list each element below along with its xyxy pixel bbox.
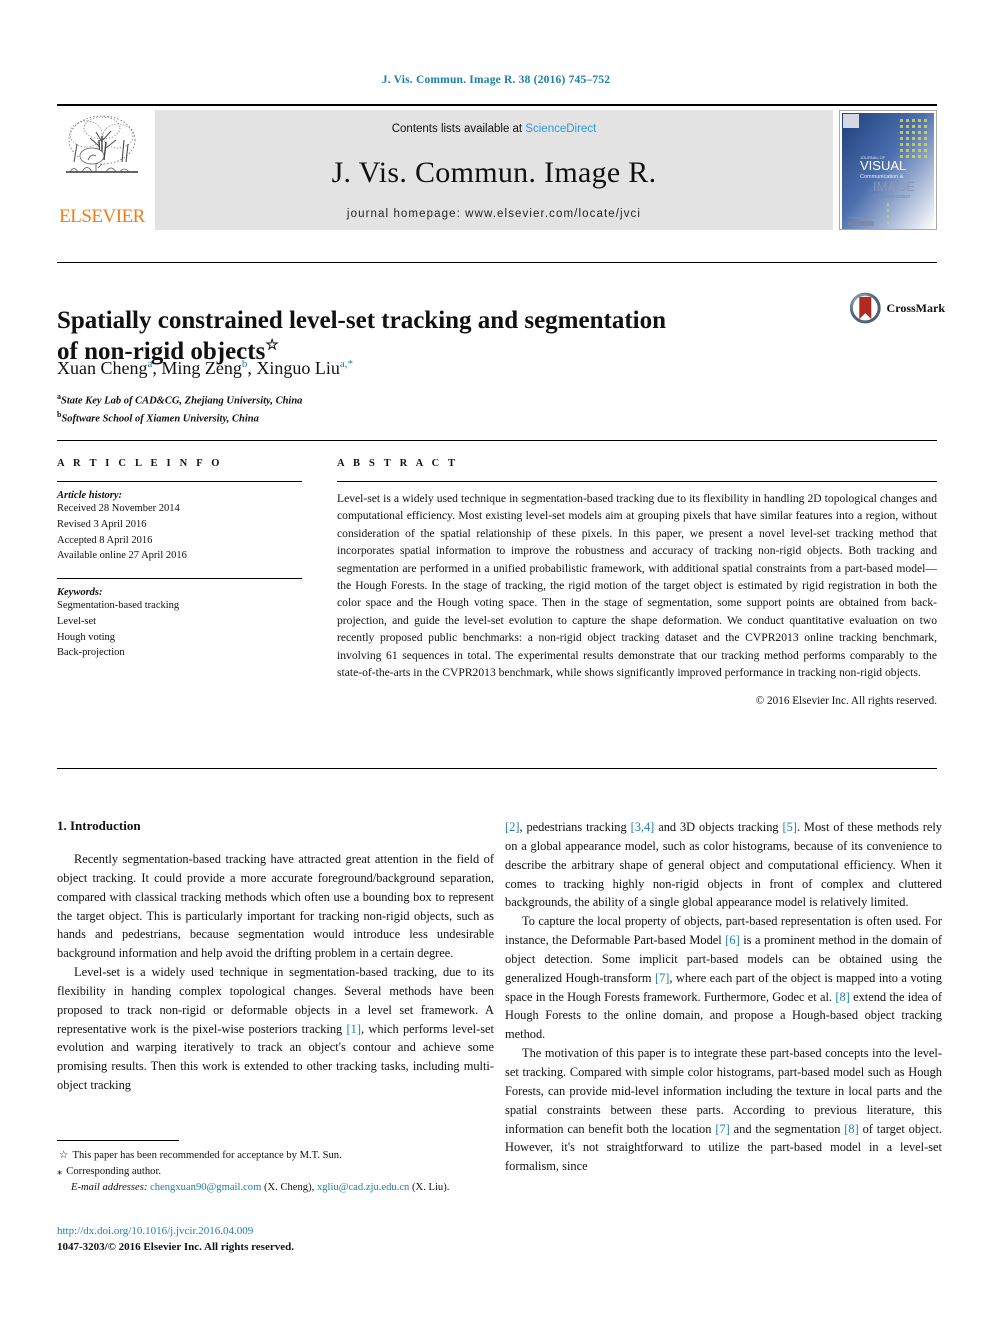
body-column-right: [2], pedestrians tracking [3,4] and 3D o… <box>505 818 942 1176</box>
elsevier-wordmark: ELSEVIER <box>59 206 145 227</box>
footnote-divider <box>57 1140 179 1141</box>
body-column-left: 1. Introduction Recently segmentation-ba… <box>57 818 494 1095</box>
section-heading-introduction: 1. Introduction <box>57 818 141 833</box>
abstract-underline <box>337 481 937 482</box>
email-link-liu[interactable]: xgliu@cad.zju.edu.cn <box>317 1182 409 1193</box>
paragraph-text: , pedestrians tracking <box>519 820 631 834</box>
issn-copyright-line: 1047-3203/© 2016 Elsevier Inc. All right… <box>57 1240 294 1253</box>
email-owner-cheng: (X. Cheng) <box>263 1182 312 1194</box>
article-page: J. Vis. Commun. Image R. 38 (2016) 745–7… <box>0 0 992 1323</box>
elsevier-tree-icon <box>66 115 138 173</box>
affiliation-item: bSoftware School of Xiamen University, C… <box>57 409 757 427</box>
citation-link[interactable]: [8] <box>844 1122 858 1136</box>
title-line-1: Spatially constrained level-set tracking… <box>57 306 667 334</box>
paragraph: Level-set is a widely used technique in … <box>57 963 494 1095</box>
svg-text:VISUAL: VISUAL <box>860 158 906 173</box>
svg-text:Representation: Representation <box>873 194 910 200</box>
svg-text:Available online at: Available online at <box>848 216 876 220</box>
journal-band: Contents lists available at ScienceDirec… <box>155 110 833 230</box>
history-item: Received 28 November 2014 <box>57 503 180 514</box>
footnote-star-text: This paper has been recommended for acce… <box>72 1150 342 1161</box>
footnote-corresponding-text: Corresponding author. <box>66 1166 162 1178</box>
article-info-heading: A R T I C L E I N F O <box>57 458 223 469</box>
title-footnote-marker: ☆ <box>265 337 279 354</box>
citation-link[interactable]: [2] <box>505 820 519 834</box>
crossmark-badge[interactable]: CrossMark <box>849 287 945 329</box>
affiliation-list: aState Key Lab of CAD&CG, Zhejiang Unive… <box>57 391 757 426</box>
footnote-star: ☆ This paper has been recommended for acc… <box>57 1148 494 1164</box>
paragraph-text: and the segmentation <box>729 1121 845 1136</box>
author-name: Xuan Cheng <box>57 358 148 378</box>
paragraph: The motivation of this paper is to integ… <box>505 1044 942 1176</box>
footnote-block: ☆ This paper has been recommended for acc… <box>57 1148 494 1196</box>
crossmark-label: CrossMark <box>886 300 945 315</box>
affiliation-text: State Key Lab of CAD&CG, Zhejiang Univer… <box>61 395 303 407</box>
crossmark-icon <box>849 292 881 324</box>
elsevier-logo: ELSEVIER <box>57 106 147 234</box>
abstract-heading: A B S T R A C T <box>337 458 459 469</box>
affiliation-item: aState Key Lab of CAD&CG, Zhejiang Unive… <box>57 391 757 409</box>
keywords-group: Keywords: Segmentation-based tracking Le… <box>57 587 302 661</box>
paragraph-text: and 3D objects tracking <box>654 820 783 834</box>
author-list: Xuan Chenga, Ming Zengb, Xinguo Liua,* <box>57 358 757 379</box>
keyword-item: Back-projection <box>57 647 125 659</box>
title-divider <box>57 262 937 263</box>
keyword-item: Hough voting <box>57 631 116 643</box>
contents-prefix: Contents lists available at <box>391 123 526 135</box>
keyword-item: Segmentation-based tracking <box>57 600 180 611</box>
svg-text:IMAGE: IMAGE <box>873 179 915 194</box>
author-name: Xinguo Liu <box>256 358 340 378</box>
email-owner-liu: (X. Liu). <box>412 1182 450 1194</box>
author-affil-marker: a,* <box>339 358 354 370</box>
citation-link[interactable]: [3,4] <box>631 820 655 834</box>
citation-link[interactable]: [7] <box>655 971 669 985</box>
email-link-cheng[interactable]: chengxuan90@gmail.com <box>150 1182 261 1193</box>
journal-masthead: ELSEVIER Contents lists available at Sci… <box>57 104 937 234</box>
abstract-band-top-rule <box>57 440 937 441</box>
article-info-underline <box>57 481 302 482</box>
journal-cover-art: JOURNAL OF VISUAL Communication & IMAGE … <box>840 111 936 229</box>
journal-title: J. Vis. Commun. Image R. <box>331 156 657 189</box>
abstract-text: Level-set is a widely used technique in … <box>337 492 937 679</box>
citation-link[interactable]: [6] <box>725 933 739 947</box>
footnote-corresponding-symbol: ⁎ <box>57 1166 63 1178</box>
citation-link[interactable]: [7] <box>715 1122 729 1136</box>
footnote-emails: E-mail addresses: chengxuan90@gmail.com … <box>71 1182 450 1194</box>
keywords-divider <box>57 578 302 579</box>
sciencedirect-link[interactable]: ScienceDirect <box>525 123 596 135</box>
article-history-group: Article history: Received 28 November 20… <box>57 490 302 564</box>
citation-link[interactable]: [1] <box>347 1022 361 1036</box>
paragraph: [2], pedestrians tracking [3,4] and 3D o… <box>505 818 942 912</box>
abstract-band-bottom-rule <box>57 768 937 769</box>
article-info-column: A R T I C L E I N F O Article history: R… <box>57 458 302 665</box>
journal-homepage[interactable]: journal homepage: www.elsevier.com/locat… <box>155 208 833 220</box>
history-item: Available online 27 April 2016 <box>57 550 187 562</box>
citation-link[interactable]: [8] <box>835 990 849 1004</box>
history-item: Accepted 8 April 2016 <box>57 534 153 546</box>
abstract-copyright: © 2016 Elsevier Inc. All rights reserved… <box>755 695 937 708</box>
email-addresses-label: E-mail addresses: <box>71 1182 148 1194</box>
citation-link[interactable]: [5] <box>782 820 796 834</box>
doi-link[interactable]: http://dx.doi.org/10.1016/j.jvcir.2016.0… <box>57 1224 557 1240</box>
author-name: Ming Zeng <box>161 358 242 378</box>
footnote-corresponding: ⁎ Corresponding author. <box>57 1164 494 1180</box>
journal-cover-thumbnail: JOURNAL OF VISUAL Communication & IMAGE … <box>839 110 937 230</box>
running-head: J. Vis. Commun. Image R. 38 (2016) 745–7… <box>381 74 611 86</box>
footer-block: http://dx.doi.org/10.1016/j.jvcir.2016.0… <box>57 1224 557 1256</box>
article-history-label: Article history: <box>57 490 123 501</box>
abstract-column: A B S T R A C T Level-set is a widely us… <box>337 458 937 707</box>
keyword-item: Level-set <box>57 615 97 627</box>
footnote-star-symbol: ☆ <box>59 1150 69 1161</box>
contents-available-line: Contents lists available at ScienceDirec… <box>155 110 833 135</box>
paragraph: Recently segmentation-based tracking hav… <box>57 852 494 961</box>
paragraph: To capture the local property of objects… <box>505 912 942 1044</box>
affiliation-text: Software School of Xiamen University, Ch… <box>61 413 259 425</box>
history-item: Revised 3 April 2016 <box>57 518 147 530</box>
keywords-label: Keywords: <box>57 587 103 598</box>
